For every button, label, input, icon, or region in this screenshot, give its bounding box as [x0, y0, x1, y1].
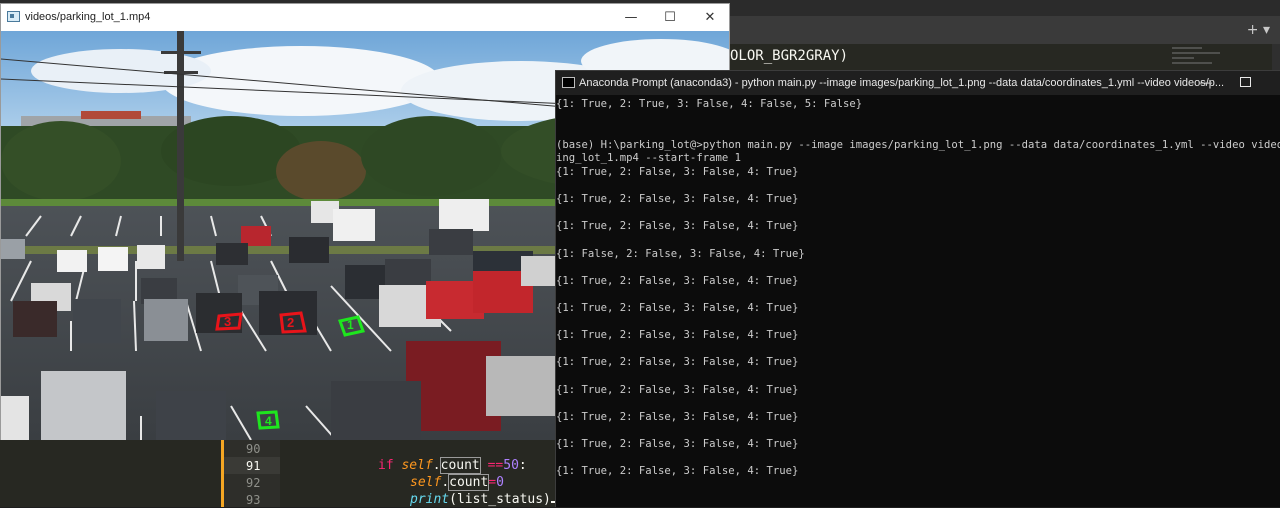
colon-token: : — [518, 458, 527, 473]
terminal-icon — [562, 77, 575, 88]
tree — [1, 121, 121, 201]
self-token: self — [401, 458, 433, 473]
terminal-line: {1: False, 2: False, 3: False, 4: True} — [556, 247, 805, 260]
terminal-line: ing_lot_1.mp4 --start-frame 1 — [556, 152, 741, 165]
minimize-button[interactable]: — — [1196, 71, 1216, 95]
tree — [361, 116, 501, 196]
code-line-92[interactable]: self.count=0 — [410, 474, 504, 491]
terminal-line: {1: True, 2: False, 3: False, 4: True} — [556, 410, 799, 423]
tree — [276, 141, 366, 201]
terminal-line: {1: True, 2: False, 3: False, 4: True} — [556, 166, 799, 178]
close-button[interactable]: ✕ — [690, 6, 730, 30]
keyword-if: if — [378, 458, 394, 473]
code-line-fragment: OLOR_BGR2GRAY) — [730, 48, 849, 64]
line-number-active: 91 — [246, 459, 261, 473]
terminal-line: {1: True, 2: False, 3: False, 4: True} — [556, 438, 799, 450]
maximize-button[interactable] — [1240, 77, 1251, 87]
self-token: self — [410, 475, 442, 490]
operator-token: = — [488, 475, 497, 490]
tab-controls[interactable]: + ▾ — [1247, 22, 1270, 38]
count-token: count — [439, 457, 481, 474]
anaconda-prompt-window[interactable]: Anaconda Prompt (anaconda3) - python mai… — [555, 70, 1280, 507]
count-token: count — [448, 474, 490, 491]
prompt-titlebar[interactable]: Anaconda Prompt (anaconda3) - python mai… — [556, 71, 1280, 95]
power-pole — [177, 31, 184, 261]
number-token: 50 — [503, 458, 519, 473]
dot-token: . — [432, 458, 441, 473]
number-token: 0 — [496, 475, 504, 490]
spot-label: 4 — [265, 414, 272, 428]
terminal-line: {1: True, 2: False, 3: False, 4: True} — [556, 274, 799, 287]
video-window-title: videos/parking_lot_1.mp4 — [25, 11, 151, 23]
line-number: 90 — [246, 442, 261, 456]
line-number: 92 — [246, 476, 261, 490]
maximize-button[interactable]: ☐ — [650, 6, 690, 30]
operator-token: == — [479, 458, 504, 473]
terminal-line: {1: True, 2: False, 3: False, 4: True} — [556, 302, 799, 314]
terminal-line: {1: True, 2: True, 3: False, 4: False, 5… — [556, 98, 863, 110]
terminal-line: {1: True, 2: False, 3: False, 4: True} — [556, 383, 799, 396]
code-line-93[interactable]: print(list_status) — [410, 492, 557, 507]
terminal-output[interactable]: {1: True, 2: True, 3: False, 4: False, 5… — [556, 95, 1280, 508]
terminal-line: {1: True, 2: False, 3: False, 4: True} — [556, 465, 799, 478]
video-titlebar[interactable]: videos/parking_lot_1.mp4 — ☐ ✕ — [1, 4, 729, 31]
minimize-button[interactable]: — — [611, 6, 651, 30]
spot-label: 3 — [224, 314, 231, 329]
spot-label: 2 — [287, 315, 294, 330]
code-line-91[interactable]: if self.count ==50: — [378, 457, 527, 474]
terminal-line: {1: True, 2: False, 3: False, 4: True} — [556, 329, 799, 342]
args-token: (list_status) — [449, 492, 551, 507]
power-pole-arm — [161, 51, 201, 54]
function-token: print — [410, 492, 450, 507]
dot-token: . — [441, 475, 450, 490]
terminal-line: {1: True, 2: False, 3: False, 4: True} — [556, 193, 799, 206]
terminal-line: (base) H:\parking_lot@>python main.py --… — [556, 138, 1280, 151]
line-number: 93 — [246, 493, 261, 507]
spot-label: 1 — [347, 318, 354, 332]
cloud — [161, 46, 441, 116]
editor-tab-strip[interactable] — [730, 16, 1280, 44]
prompt-window-title: Anaconda Prompt (anaconda3) - python mai… — [579, 77, 1225, 89]
building-sign — [81, 111, 141, 119]
terminal-line: {1: True, 2: False, 3: False, 4: True} — [556, 356, 799, 369]
terminal-line: {1: True, 2: False, 3: False, 4: True} — [556, 220, 799, 233]
image-window-icon — [7, 11, 20, 22]
